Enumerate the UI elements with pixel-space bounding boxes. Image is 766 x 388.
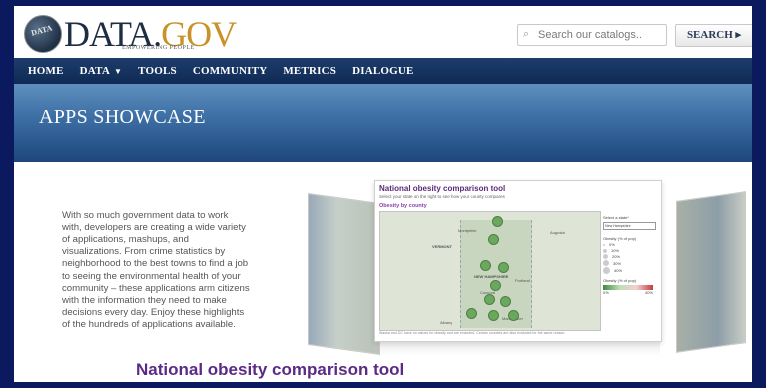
site-header: DATA DATA.GOV EMPOWERING PEOPLE ⌕ SEARCH…	[14, 6, 752, 56]
nav-item-home[interactable]: HOME	[20, 58, 72, 85]
app-screenshot-subtitle: Select your state on the right to see ho…	[379, 194, 505, 199]
size-legend-item: 0%	[603, 242, 659, 247]
color-legend-min: 0%	[603, 290, 609, 295]
size-legend-item: 30%	[603, 260, 659, 266]
nav-item-label: DIALOGUE	[352, 65, 414, 77]
screenshot-reflection	[374, 342, 660, 356]
county-marker[interactable]	[490, 280, 501, 291]
county-marker[interactable]	[508, 310, 519, 321]
search-box: ⌕	[517, 24, 667, 46]
map-label-portland: Portland	[515, 278, 530, 283]
logo-tagline: EMPOWERING PEOPLE	[122, 45, 195, 51]
map-heading: Obesity by county	[379, 203, 427, 209]
map-label-albany: Albany	[440, 320, 453, 325]
color-legend-max: 40%	[644, 290, 653, 295]
nav-item-label: HOME	[28, 65, 64, 77]
nav-item-label: DATA	[79, 65, 110, 77]
map-label-augusta: Augusta	[550, 230, 565, 235]
nav-item-community[interactable]: COMMUNITY	[185, 58, 276, 85]
globe-logo-icon[interactable]: DATA	[24, 15, 62, 53]
nav-item-metrics[interactable]: METRICS	[275, 58, 344, 85]
main-nav: HOME DATA ▼ TOOLS COMMUNITY METRICS DIALO…	[14, 58, 752, 84]
search-icon: ⌕	[523, 28, 530, 40]
color-legend-range: 0% 40%	[603, 290, 653, 295]
app-carousel[interactable]: National obesity comparison tool Select …	[304, 180, 746, 358]
nav-item-data[interactable]: DATA ▼	[72, 58, 130, 85]
nav-item-dialogue[interactable]: DIALOGUE	[344, 58, 422, 85]
size-legend-title: Obesity (% of pop)	[603, 236, 637, 241]
chevron-down-icon: ▼	[113, 67, 123, 76]
app-screenshot-title: National obesity comparison tool	[379, 184, 506, 193]
search-input[interactable]	[536, 26, 665, 44]
nav-item-label: METRICS	[283, 65, 337, 77]
state-select-label: Select a state*	[603, 215, 629, 220]
map-label-montpelier: Montpelier	[458, 228, 477, 233]
featured-app-title: National obesity comparison tool	[136, 360, 405, 379]
county-marker[interactable]	[498, 262, 509, 273]
nav-item-label: TOOLS	[138, 65, 177, 77]
nav-item-tools[interactable]: TOOLS	[130, 58, 185, 85]
county-marker[interactable]	[484, 294, 495, 305]
county-marker[interactable]	[492, 216, 503, 227]
county-marker[interactable]	[488, 310, 499, 321]
size-legend-item: 40%	[603, 267, 659, 274]
page-frame: DATA DATA.GOV EMPOWERING PEOPLE ⌕ SEARCH…	[14, 6, 752, 382]
county-marker[interactable]	[480, 260, 491, 271]
state-select[interactable]: New Hampshire	[603, 222, 656, 230]
map-footnote: Alaska and DC have no values for obesity…	[379, 331, 566, 335]
color-legend-title: Obesity (% of pop)	[603, 278, 637, 283]
map-label-vermont: VERMONT	[432, 244, 452, 249]
obesity-map: Montpelier VERMONT Augusta NEW HAMPSHIRE…	[379, 211, 601, 331]
carousel-prev-app-thumbnail[interactable]	[308, 192, 380, 356]
page-banner: APPS SHOWCASE	[14, 84, 752, 162]
county-marker[interactable]	[466, 308, 477, 319]
main-content: With so much government data to work wit…	[14, 162, 752, 382]
map-label-new-hampshire: NEW HAMPSHIRE	[474, 274, 509, 279]
nav-item-label: COMMUNITY	[192, 65, 268, 77]
size-legend-item: 20%	[603, 254, 659, 259]
search-button[interactable]: SEARCH ▸	[675, 24, 752, 47]
globe-logo-text: DATA	[30, 23, 54, 38]
intro-text: With so much government data to work wit…	[62, 209, 250, 331]
featured-app-caption[interactable]: National obesity comparison tool	[128, 358, 740, 380]
county-marker[interactable]	[488, 234, 499, 245]
featured-app-screenshot[interactable]: National obesity comparison tool Select …	[374, 180, 662, 342]
carousel-next-app-thumbnail[interactable]	[676, 191, 746, 353]
map-controls: Select a state* New Hampshire Obesity (%…	[603, 215, 659, 295]
page-title: APPS SHOWCASE	[39, 106, 206, 128]
county-marker[interactable]	[500, 296, 511, 307]
size-legend-item: 10%	[603, 248, 659, 253]
